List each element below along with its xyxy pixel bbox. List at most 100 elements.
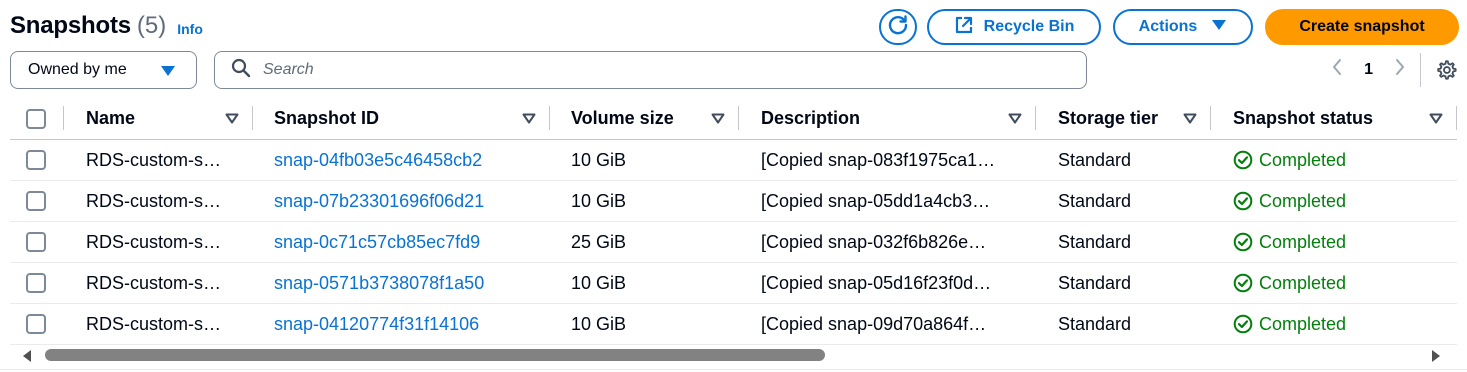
snapshot-id-link[interactable]: snap-04fb03e5c46458cb2 xyxy=(274,150,482,170)
row-checkbox[interactable] xyxy=(26,150,46,170)
owner-filter-select[interactable]: Owned by me xyxy=(10,51,197,89)
volume-size: 10 GiB xyxy=(571,149,627,170)
description: [Copied snap-09d70a864f… xyxy=(761,313,987,334)
storage-tier: Standard xyxy=(1058,190,1132,211)
sort-caret-icon[interactable] xyxy=(711,108,725,129)
column-header-label: Storage tier xyxy=(1058,108,1159,128)
refresh-button[interactable] xyxy=(879,9,917,45)
next-page-icon[interactable] xyxy=(1395,58,1405,82)
column-header-snapshot-status[interactable]: Snapshot status xyxy=(1211,98,1457,140)
actions-label: Actions xyxy=(1138,18,1198,35)
status-badge: Completed xyxy=(1233,191,1457,212)
select-all-checkbox[interactable] xyxy=(26,108,46,129)
storage-tier: Standard xyxy=(1058,272,1132,293)
scroll-left-icon[interactable] xyxy=(22,349,32,367)
snapshot-id-link[interactable]: snap-0571b3738078f1a50 xyxy=(274,273,484,293)
check-circle-icon xyxy=(1233,191,1253,211)
row-select-cell xyxy=(10,139,64,181)
status-text: Completed xyxy=(1259,149,1347,170)
current-page[interactable]: 1 xyxy=(1364,61,1373,79)
volume-size-cell: 10 GiB xyxy=(550,139,739,181)
owner-filter-value: Owned by me xyxy=(28,61,127,78)
snapshot-name: RDS-custom-s… xyxy=(86,272,222,293)
volume-size-cell: 10 GiB xyxy=(550,303,739,345)
snapshot-id-cell: snap-04fb03e5c46458cb2 xyxy=(253,139,550,181)
snapshot-id-cell: snap-07b23301696f06d21 xyxy=(253,180,550,222)
description: [Copied snap-05d16f23f0d… xyxy=(761,272,992,293)
recycle-bin-button[interactable]: Recycle Bin xyxy=(927,9,1101,45)
search-box xyxy=(214,51,1087,89)
description: [Copied snap-05dd1a4cb3… xyxy=(761,190,991,211)
sort-caret-icon[interactable] xyxy=(225,108,239,129)
row-checkbox[interactable] xyxy=(26,232,46,252)
gear-icon[interactable] xyxy=(1435,59,1457,86)
info-link[interactable]: Info xyxy=(177,21,203,37)
sort-caret-icon[interactable] xyxy=(1183,108,1197,129)
sort-caret-icon[interactable] xyxy=(1008,108,1022,129)
row-checkbox[interactable] xyxy=(26,314,46,334)
row-select-cell xyxy=(10,221,64,263)
table-row[interactable]: RDS-custom-s… snap-07b23301696f06d21 10 Gi… xyxy=(10,180,1457,222)
column-header-volume-size[interactable]: Volume size xyxy=(550,98,739,140)
column-header-snapshot-id[interactable]: Snapshot ID xyxy=(253,98,550,140)
caret-down-icon xyxy=(1211,18,1227,36)
horizontal-scrollbar[interactable] xyxy=(10,346,1457,364)
status-badge: Completed xyxy=(1233,150,1457,171)
snapshot-id-link[interactable]: snap-07b23301696f06d21 xyxy=(274,191,484,211)
snapshot-id-link[interactable]: snap-0c71c57cb85ec7fd9 xyxy=(274,232,480,252)
storage-tier-cell: Standard xyxy=(1036,221,1211,263)
column-header-label: Snapshot status xyxy=(1233,108,1374,128)
table-row[interactable]: RDS-custom-s… snap-04120774f31f14106 10 Gi… xyxy=(10,303,1457,345)
row-checkbox[interactable] xyxy=(26,191,46,211)
snapshot-id-cell: snap-0571b3738078f1a50 xyxy=(253,262,550,304)
external-link-icon xyxy=(954,15,974,40)
snapshot-name: RDS-custom-s… xyxy=(86,313,222,334)
status-text: Completed xyxy=(1259,190,1347,211)
description-cell: [Copied snap-05dd1a4cb3… xyxy=(739,180,1036,222)
row-checkbox[interactable] xyxy=(26,273,46,293)
snapshot-id-link[interactable]: snap-04120774f31f14106 xyxy=(274,314,479,334)
column-header-name[interactable]: Name xyxy=(64,98,253,140)
sort-caret-icon[interactable] xyxy=(522,108,536,129)
volume-size-cell: 25 GiB xyxy=(550,221,739,263)
table-row[interactable]: RDS-custom-s… snap-04fb03e5c46458cb2 10 Gi… xyxy=(10,139,1457,181)
scrollbar-thumb[interactable] xyxy=(45,349,825,361)
column-header-storage-tier[interactable]: Storage tier xyxy=(1036,98,1211,140)
bottom-divider xyxy=(0,369,1467,370)
column-separator[interactable] xyxy=(1455,106,1457,130)
select-all-cell xyxy=(10,98,64,140)
description: [Copied snap-083f1975ca1… xyxy=(761,149,996,170)
column-header-label: Volume size xyxy=(571,108,674,128)
description-cell: [Copied snap-083f1975ca1… xyxy=(739,139,1036,181)
snapshot-count: (5) xyxy=(136,12,167,39)
pager-divider xyxy=(1420,53,1421,87)
volume-size: 10 GiB xyxy=(571,190,627,211)
snapshot-id-cell: snap-04120774f31f14106 xyxy=(253,303,550,345)
filter-row: Owned by me 1 xyxy=(10,51,1459,89)
column-header-label: Name xyxy=(86,108,136,128)
snapshots-table-body: RDS-custom-s… snap-04fb03e5c46458cb2 10 Gi… xyxy=(10,139,1457,345)
sort-caret-icon[interactable] xyxy=(1429,108,1443,129)
row-select-cell xyxy=(10,303,64,345)
volume-size: 10 GiB xyxy=(571,313,627,334)
snapshot-status-cell: Completed xyxy=(1211,180,1457,222)
create-snapshot-button[interactable]: Create snapshot xyxy=(1265,9,1459,45)
column-header-label: Snapshot ID xyxy=(274,108,380,128)
scroll-right-icon[interactable] xyxy=(1431,349,1441,367)
actions-dropdown-button[interactable]: Actions xyxy=(1113,9,1253,45)
table-row[interactable]: RDS-custom-s… snap-0571b3738078f1a50 10 Gi… xyxy=(10,262,1457,304)
column-header-label: Description xyxy=(761,108,861,128)
check-circle-icon xyxy=(1233,273,1253,293)
storage-tier-cell: Standard xyxy=(1036,139,1211,181)
previous-page-icon[interactable] xyxy=(1332,58,1342,82)
snapshot-name: RDS-custom-s… xyxy=(86,149,222,170)
column-header-description[interactable]: Description xyxy=(739,98,1036,140)
name-cell: RDS-custom-s… xyxy=(64,180,253,222)
table-row[interactable]: RDS-custom-s… snap-0c71c57cb85ec7fd9 25 Gi… xyxy=(10,221,1457,263)
description: [Copied snap-032f6b826e… xyxy=(761,231,987,252)
search-input[interactable] xyxy=(263,61,1063,79)
status-text: Completed xyxy=(1259,231,1347,252)
name-cell: RDS-custom-s… xyxy=(64,221,253,263)
snapshot-name: RDS-custom-s… xyxy=(86,190,222,211)
status-text: Completed xyxy=(1259,313,1347,334)
